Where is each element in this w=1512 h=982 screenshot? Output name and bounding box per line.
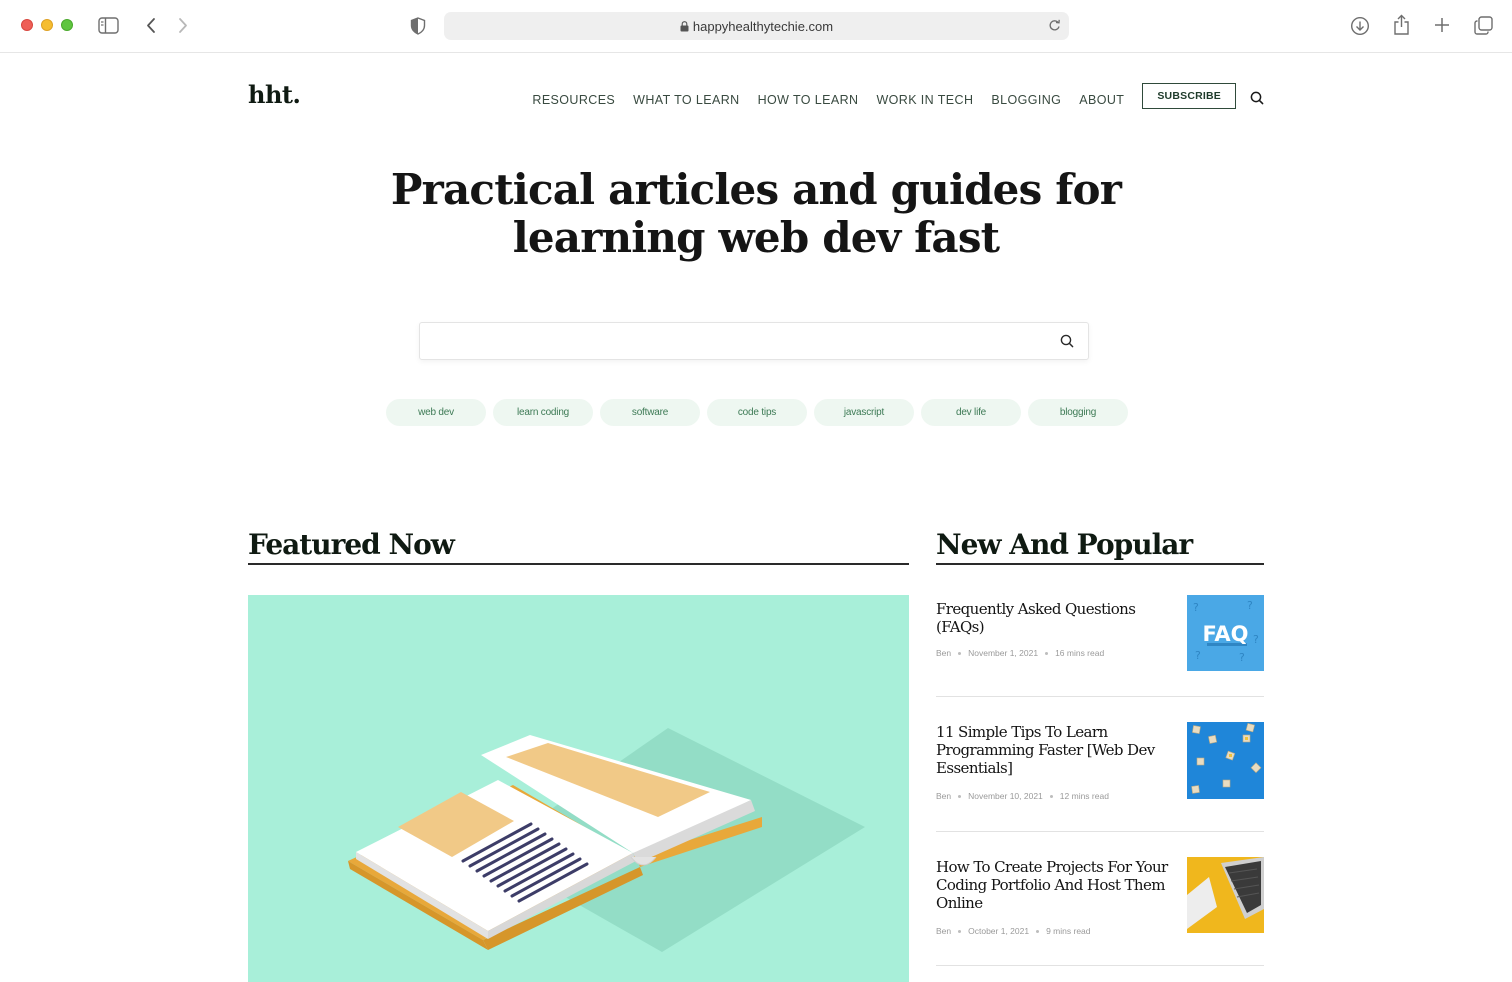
faq-thumbnail-text: FAQ <box>1202 622 1248 646</box>
search-input[interactable] <box>420 323 1040 359</box>
list-item[interactable]: How To Create Projects For Your Coding P… <box>936 857 1264 936</box>
address-url: happyhealthytechie.com <box>692 18 834 34</box>
new-tab-icon[interactable] <box>1434 17 1450 33</box>
post-thumbnail[interactable]: ????? FAQ <box>1187 595 1264 671</box>
tag-learn-coding[interactable]: learn coding <box>493 399 593 426</box>
post-divider <box>936 965 1264 966</box>
site-logo[interactable]: hht. <box>248 80 301 109</box>
tag-javascript[interactable]: javascript <box>814 399 914 426</box>
post-thumbnail[interactable] <box>1187 722 1264 799</box>
tag-code-tips[interactable]: code tips <box>707 399 807 426</box>
tag-software[interactable]: software <box>600 399 700 426</box>
search-bar <box>419 322 1089 360</box>
popular-divider <box>936 563 1264 565</box>
tag-blogging[interactable]: blogging <box>1028 399 1128 426</box>
post-date: October 1, 2021 <box>968 926 1030 936</box>
reload-icon[interactable] <box>1048 18 1061 32</box>
search-submit-icon[interactable] <box>1060 334 1074 348</box>
lock-icon <box>680 20 689 32</box>
post-date: November 1, 2021 <box>968 648 1039 658</box>
hero-line-1: Practical articles and guides for <box>390 165 1122 214</box>
maximize-window-button[interactable] <box>61 19 73 31</box>
svg-text:?: ? <box>1195 649 1201 662</box>
post-title[interactable]: How To Create Projects For Your Coding P… <box>936 858 1171 912</box>
share-icon[interactable] <box>1393 14 1410 36</box>
post-thumbnail[interactable] <box>1187 857 1264 933</box>
post-divider <box>936 696 1264 697</box>
subscribe-button[interactable]: SUBSCRIBE <box>1142 83 1236 109</box>
nav-work-in-tech[interactable]: WORK IN TECH <box>876 93 973 107</box>
post-read-time: 12 mins read <box>1059 791 1109 801</box>
svg-text:?: ? <box>1253 633 1259 646</box>
nav-about[interactable]: ABOUT <box>1079 93 1124 107</box>
list-item[interactable]: Frequently Asked Questions (FAQs) Ben No… <box>936 595 1264 676</box>
post-date: November 10, 2021 <box>968 791 1043 801</box>
sidebar-toggle-icon[interactable] <box>98 17 119 34</box>
browser-toolbar: happyhealthytechie.com <box>0 0 1512 53</box>
post-title[interactable]: Frequently Asked Questions (FAQs) <box>936 600 1171 636</box>
nav-blogging[interactable]: BLOGGING <box>991 93 1061 107</box>
post-read-time: 9 mins read <box>1046 926 1091 936</box>
privacy-shield-icon[interactable] <box>410 17 426 35</box>
hero-line-2: learning web dev fast <box>512 213 1000 262</box>
post-author[interactable]: Ben <box>936 648 951 658</box>
svg-text:?: ? <box>1193 601 1199 614</box>
popular-heading: New And Popular <box>936 528 1193 561</box>
address-bar[interactable]: happyhealthytechie.com <box>444 12 1069 40</box>
post-author[interactable]: Ben <box>936 791 951 801</box>
post-divider <box>936 831 1264 832</box>
downloads-icon[interactable] <box>1350 16 1370 36</box>
list-item[interactable]: 11 Simple Tips To Learn Programming Fast… <box>936 722 1264 801</box>
tag-dev-life[interactable]: dev life <box>921 399 1021 426</box>
featured-divider <box>248 563 909 565</box>
post-author[interactable]: Ben <box>936 926 951 936</box>
search-icon[interactable] <box>1250 91 1264 105</box>
tag-web-dev[interactable]: web dev <box>386 399 486 426</box>
featured-article-image[interactable] <box>248 595 909 982</box>
nav-what-to-learn[interactable]: WHAT TO LEARN <box>633 93 739 107</box>
nav-how-to-learn[interactable]: HOW TO LEARN <box>758 93 859 107</box>
svg-text:?: ? <box>1239 651 1245 664</box>
svg-text:?: ? <box>1247 599 1253 612</box>
tab-overview-icon[interactable] <box>1474 16 1493 35</box>
nav-resources[interactable]: RESOURCES <box>532 93 615 107</box>
featured-heading: Featured Now <box>248 528 455 561</box>
tag-list: web dev learn coding software code tips … <box>386 399 1135 426</box>
minimize-window-button[interactable] <box>41 19 53 31</box>
back-icon[interactable] <box>145 17 157 34</box>
post-read-time: 16 mins read <box>1055 648 1105 658</box>
forward-icon[interactable] <box>177 17 189 34</box>
post-title[interactable]: 11 Simple Tips To Learn Programming Fast… <box>936 723 1171 777</box>
main-nav: RESOURCES WHAT TO LEARN HOW TO LEARN WOR… <box>514 83 1264 109</box>
close-window-button[interactable] <box>21 19 33 31</box>
hero-heading: Practical articles and guides for learni… <box>0 166 1512 262</box>
